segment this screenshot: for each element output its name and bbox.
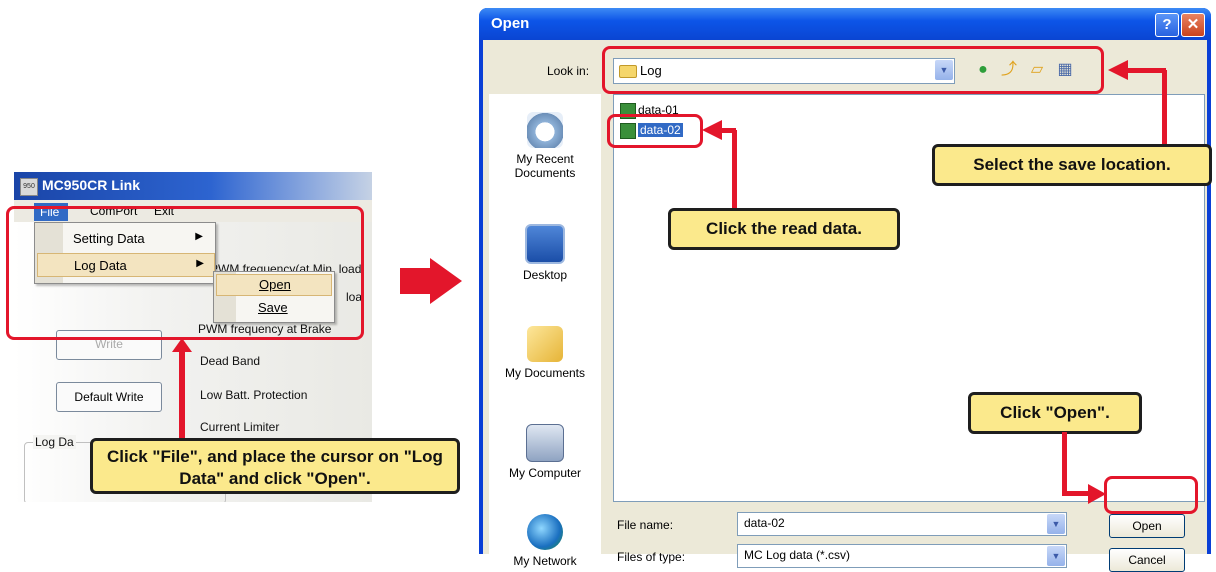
close-button[interactable]: ✕	[1181, 13, 1205, 37]
callout-save-location: Select the save location.	[932, 144, 1212, 186]
cancel-button[interactable]: Cancel	[1109, 548, 1185, 572]
place-network[interactable]: My Network	[489, 514, 601, 568]
file-type-select[interactable]: MC Log data (*.csv) ▼	[737, 544, 1067, 568]
chevron-down-icon[interactable]: ▼	[1047, 514, 1065, 534]
place-recent-label: My Recent Documents	[514, 152, 576, 180]
callout-file-open: Click "File", and place the cursor on "L…	[90, 438, 460, 494]
place-documents[interactable]: My Documents	[489, 326, 601, 380]
my-computer-icon	[526, 424, 564, 462]
connector-line	[1162, 70, 1167, 146]
file-name-field[interactable]: data-02 ▼	[737, 512, 1067, 536]
place-network-label: My Network	[513, 554, 577, 568]
my-network-icon	[527, 514, 563, 550]
label-low-batt: Low Batt. Protection	[200, 388, 308, 402]
default-write-button[interactable]: Default Write	[56, 382, 162, 412]
look-in-label: Look in:	[547, 64, 590, 78]
desktop-icon	[525, 224, 565, 264]
places-bar: My Recent Documents Desktop My Documents…	[489, 94, 601, 568]
big-right-arrow-icon	[400, 258, 462, 304]
highlight-open-button	[1104, 476, 1198, 514]
label-current-limiter: Current Limiter	[200, 420, 280, 434]
app-icon: 950	[20, 178, 38, 196]
arrow-up-to-menu	[172, 338, 192, 444]
arrow-head-left-icon	[1108, 60, 1128, 80]
recent-documents-icon	[527, 112, 563, 148]
my-documents-icon	[527, 326, 563, 362]
place-computer-label: My Computer	[508, 466, 582, 480]
connector-line	[1126, 68, 1166, 73]
file-name-value: data-02	[744, 516, 785, 530]
connector-line	[1062, 432, 1067, 496]
highlight-look-in	[602, 46, 1104, 94]
open-button[interactable]: Open	[1109, 514, 1185, 538]
file-type-value: MC Log data (*.csv)	[744, 548, 851, 562]
file-type-label: Files of type:	[617, 550, 686, 564]
place-desktop-label: Desktop	[522, 268, 568, 282]
place-documents-label: My Documents	[504, 366, 586, 380]
place-desktop[interactable]: Desktop	[489, 224, 601, 282]
highlight-data-02	[607, 114, 703, 148]
place-computer[interactable]: My Computer	[489, 424, 601, 480]
callout-read-data: Click the read data.	[668, 208, 900, 250]
label-dead-band: Dead Band	[200, 354, 261, 368]
dialog-title-bar: Open ? ✕	[479, 8, 1211, 40]
arrow-head-right-icon	[1088, 484, 1106, 504]
chevron-down-icon[interactable]: ▼	[1047, 546, 1065, 566]
place-recent[interactable]: My Recent Documents	[489, 112, 601, 180]
file-name-label: File name:	[617, 518, 674, 532]
help-button[interactable]: ?	[1155, 13, 1179, 37]
dialog-title: Open	[491, 15, 530, 32]
callout-open: Click "Open".	[968, 392, 1142, 434]
arrow-head-left-icon	[702, 120, 722, 140]
connector-line	[732, 130, 737, 212]
dialog-body: Look in: Log ▼ ● ⤴ ▱ ▦ My Recent Documen…	[483, 40, 1207, 572]
log-data-group-label: Log Da	[33, 435, 76, 449]
app-title-bar: 950 MC950CR Link	[14, 172, 372, 200]
app-title: MC950CR Link	[42, 177, 141, 193]
highlight-file-menu	[6, 206, 364, 340]
